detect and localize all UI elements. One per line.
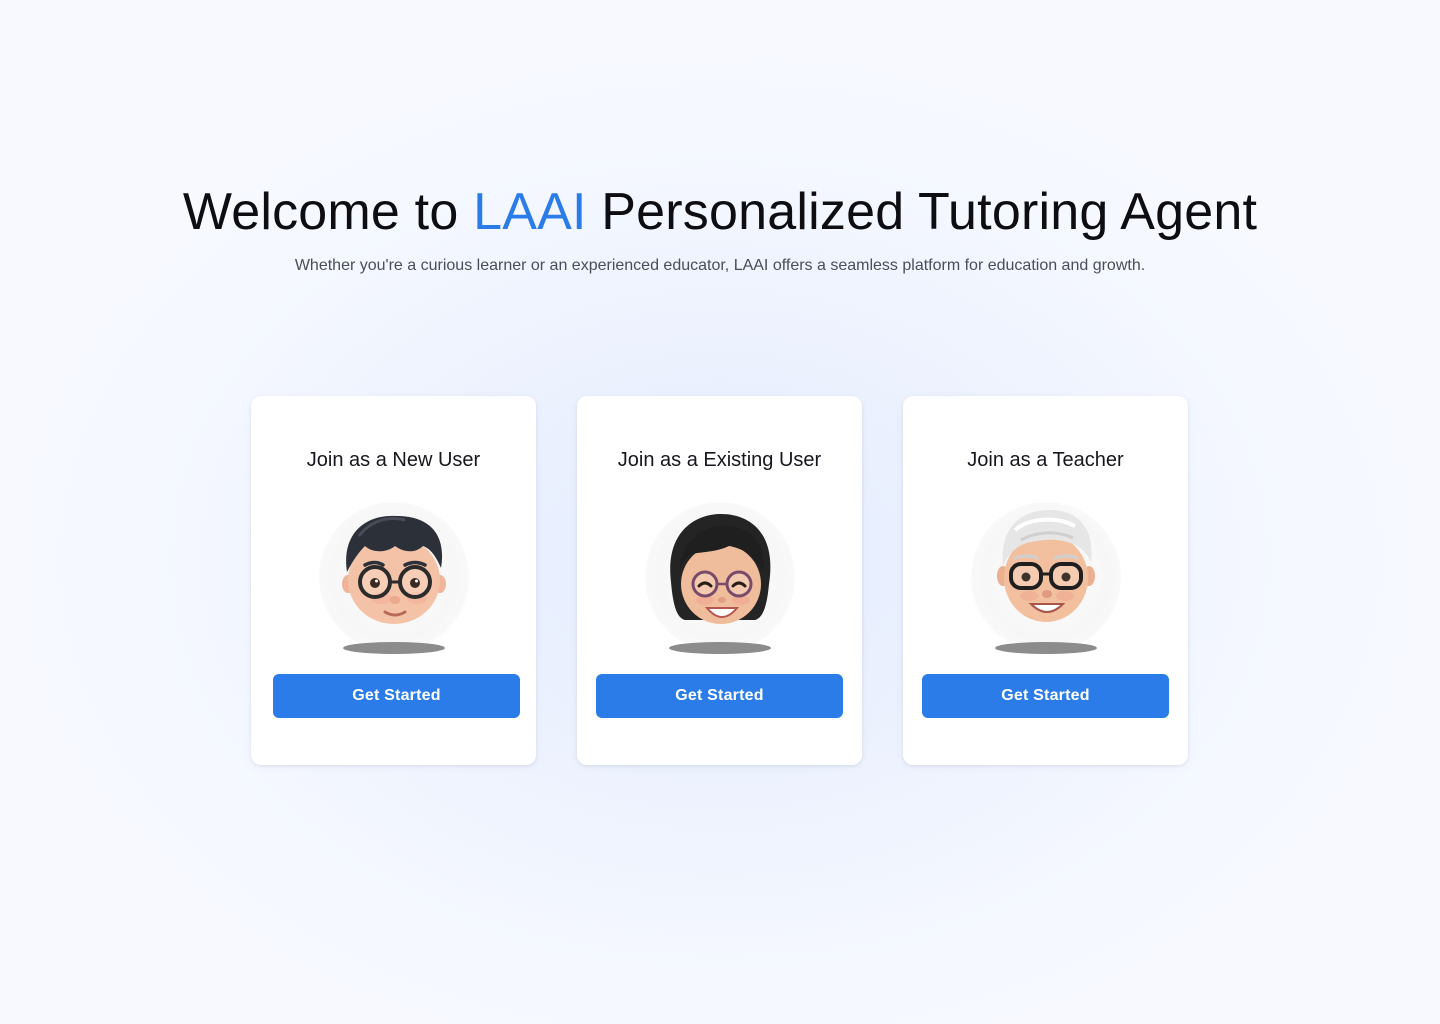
get-started-new-user-button[interactable]: Get Started bbox=[273, 674, 520, 718]
page-subtitle: Whether you're a curious learner or an e… bbox=[294, 257, 1146, 274]
title-suffix: Personalized Tutoring Agent bbox=[586, 183, 1258, 241]
role-cards: Join as a New User Get Started Join as a… bbox=[251, 396, 1188, 765]
get-started-teacher-button[interactable]: Get Started bbox=[922, 674, 1169, 718]
card-title: Join as a New User bbox=[306, 449, 481, 471]
page-title: Welcome to LAAI Personalized Tutoring Ag… bbox=[0, 180, 1440, 244]
older-man-glasses-avatar-icon bbox=[970, 502, 1121, 652]
avatar-shadow bbox=[342, 642, 445, 654]
young-man-glasses-avatar-icon bbox=[318, 502, 469, 652]
woman-glasses-avatar-icon bbox=[644, 502, 795, 652]
card-new-user: Join as a New User Get Started bbox=[251, 396, 536, 765]
card-title: Join as a Existing User bbox=[617, 449, 822, 471]
get-started-existing-user-button[interactable]: Get Started bbox=[596, 674, 843, 718]
hero: Welcome to LAAI Personalized Tutoring Ag… bbox=[0, 180, 1440, 276]
card-title: Join as a Teacher bbox=[967, 449, 1124, 471]
brand-name: LAAI bbox=[473, 183, 587, 241]
title-prefix: Welcome to bbox=[182, 183, 474, 241]
card-existing-user: Join as a Existing User Get Started bbox=[577, 396, 862, 765]
avatar-shadow bbox=[994, 642, 1097, 654]
card-teacher: Join as a Teacher Get Started bbox=[903, 396, 1188, 765]
avatar-shadow bbox=[668, 642, 771, 654]
